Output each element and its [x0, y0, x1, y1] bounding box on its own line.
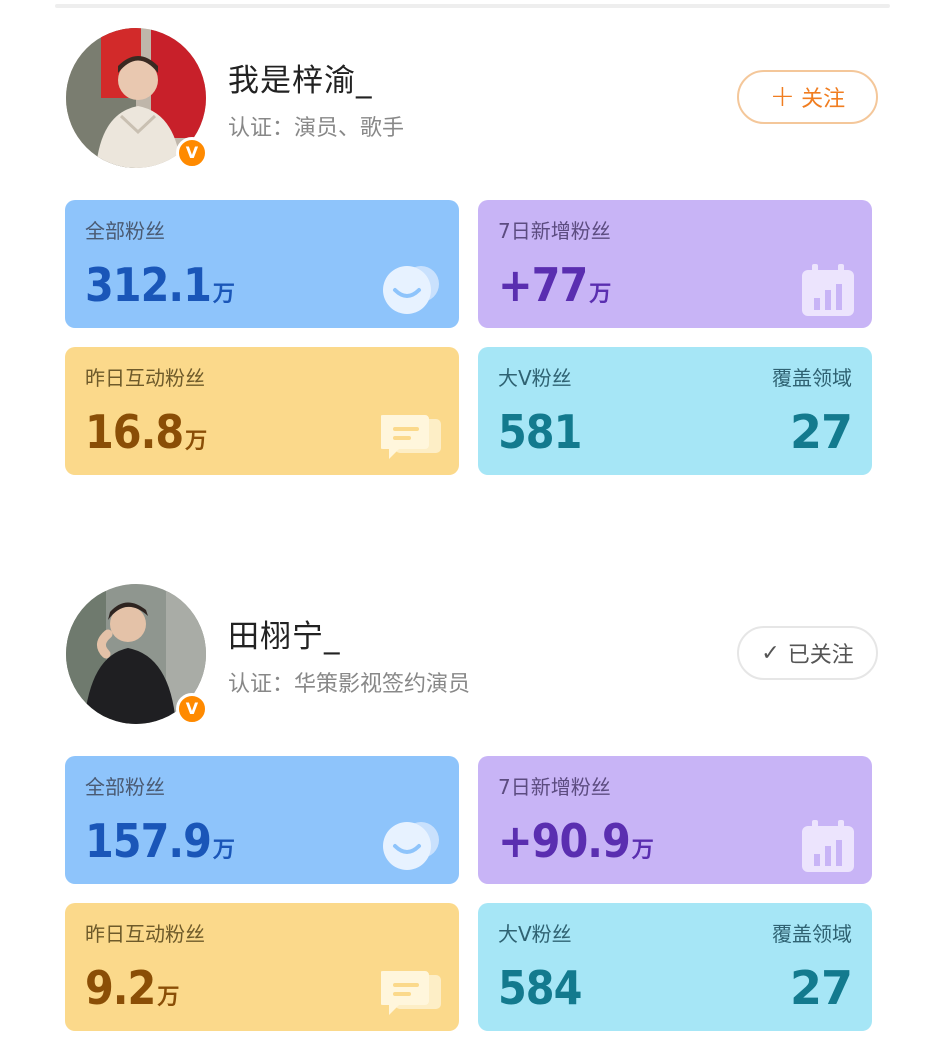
stat-value: +77万	[498, 258, 612, 312]
stat-label: 大V粉丝	[498, 922, 572, 946]
profile-card-2: V 田栩宁_ 认证：华策影视签约演员 ✓ 已关注 全部粉丝 157.9万 7日新…	[0, 556, 940, 1036]
stat-label: 全部粉丝	[85, 219, 165, 243]
stat-label: 全部粉丝	[85, 775, 165, 799]
stat-value: 581	[498, 405, 582, 459]
followed-button[interactable]: ✓ 已关注	[737, 626, 878, 680]
stat-value: 584	[498, 961, 582, 1015]
stat-card-interact-yesterday[interactable]: 昨日互动粉丝 9.2万	[65, 903, 459, 1031]
stat-label: 大V粉丝	[498, 366, 572, 390]
stat-value: 312.1万	[85, 258, 235, 312]
chat-bubble-icon	[381, 415, 441, 459]
plus-icon: +	[769, 79, 796, 114]
stat-label: 昨日互动粉丝	[85, 922, 205, 946]
follow-button-label: 关注	[801, 87, 846, 112]
stat-value: +90.9万	[498, 814, 654, 868]
fans-smile-icon	[383, 822, 439, 870]
coverage-label: 覆盖领域	[772, 922, 852, 946]
calendar-chart-icon	[802, 264, 854, 316]
check-icon: ✓	[761, 640, 780, 666]
coverage-label: 覆盖领域	[772, 366, 852, 390]
calendar-chart-icon	[802, 820, 854, 872]
profile-certification: 认证：华策影视签约演员	[228, 672, 471, 697]
profile-name: 我是梓渝_	[228, 63, 373, 99]
stat-card-new-fans-7d[interactable]: 7日新增粉丝 +90.9万	[478, 756, 872, 884]
follow-button[interactable]: + 关注	[737, 70, 878, 124]
stat-card-bigv-fans[interactable]: 大V粉丝 覆盖领域 581 27	[478, 347, 872, 475]
stat-label: 7日新增粉丝	[498, 775, 611, 799]
stat-card-total-fans[interactable]: 全部粉丝 312.1万	[65, 200, 459, 328]
coverage-value: 27	[789, 961, 853, 1015]
chat-bubble-icon	[381, 971, 441, 1015]
stat-card-new-fans-7d[interactable]: 7日新增粉丝 +77万	[478, 200, 872, 328]
stat-card-bigv-fans[interactable]: 大V粉丝 覆盖领域 584 27	[478, 903, 872, 1031]
stat-value: 16.8万	[85, 405, 208, 459]
fans-smile-icon	[383, 266, 439, 314]
profile-certification: 认证：演员、歌手	[228, 116, 405, 141]
profile-name: 田栩宁_	[228, 619, 341, 655]
stat-label: 昨日互动粉丝	[85, 366, 205, 390]
verified-badge-icon: V	[176, 137, 208, 169]
stat-value: 157.9万	[85, 814, 235, 868]
followed-button-label: 已关注	[787, 643, 854, 668]
stat-label: 7日新增粉丝	[498, 219, 611, 243]
verified-badge-icon: V	[176, 693, 208, 725]
coverage-value: 27	[789, 405, 853, 459]
stat-card-total-fans[interactable]: 全部粉丝 157.9万	[65, 756, 459, 884]
profile-card-1: V 我是梓渝_ 认证：演员、歌手 + 关注 全部粉丝 312.1万 7日新增粉丝…	[0, 0, 940, 480]
stat-value: 9.2万	[85, 961, 180, 1015]
stat-card-interact-yesterday[interactable]: 昨日互动粉丝 16.8万	[65, 347, 459, 475]
